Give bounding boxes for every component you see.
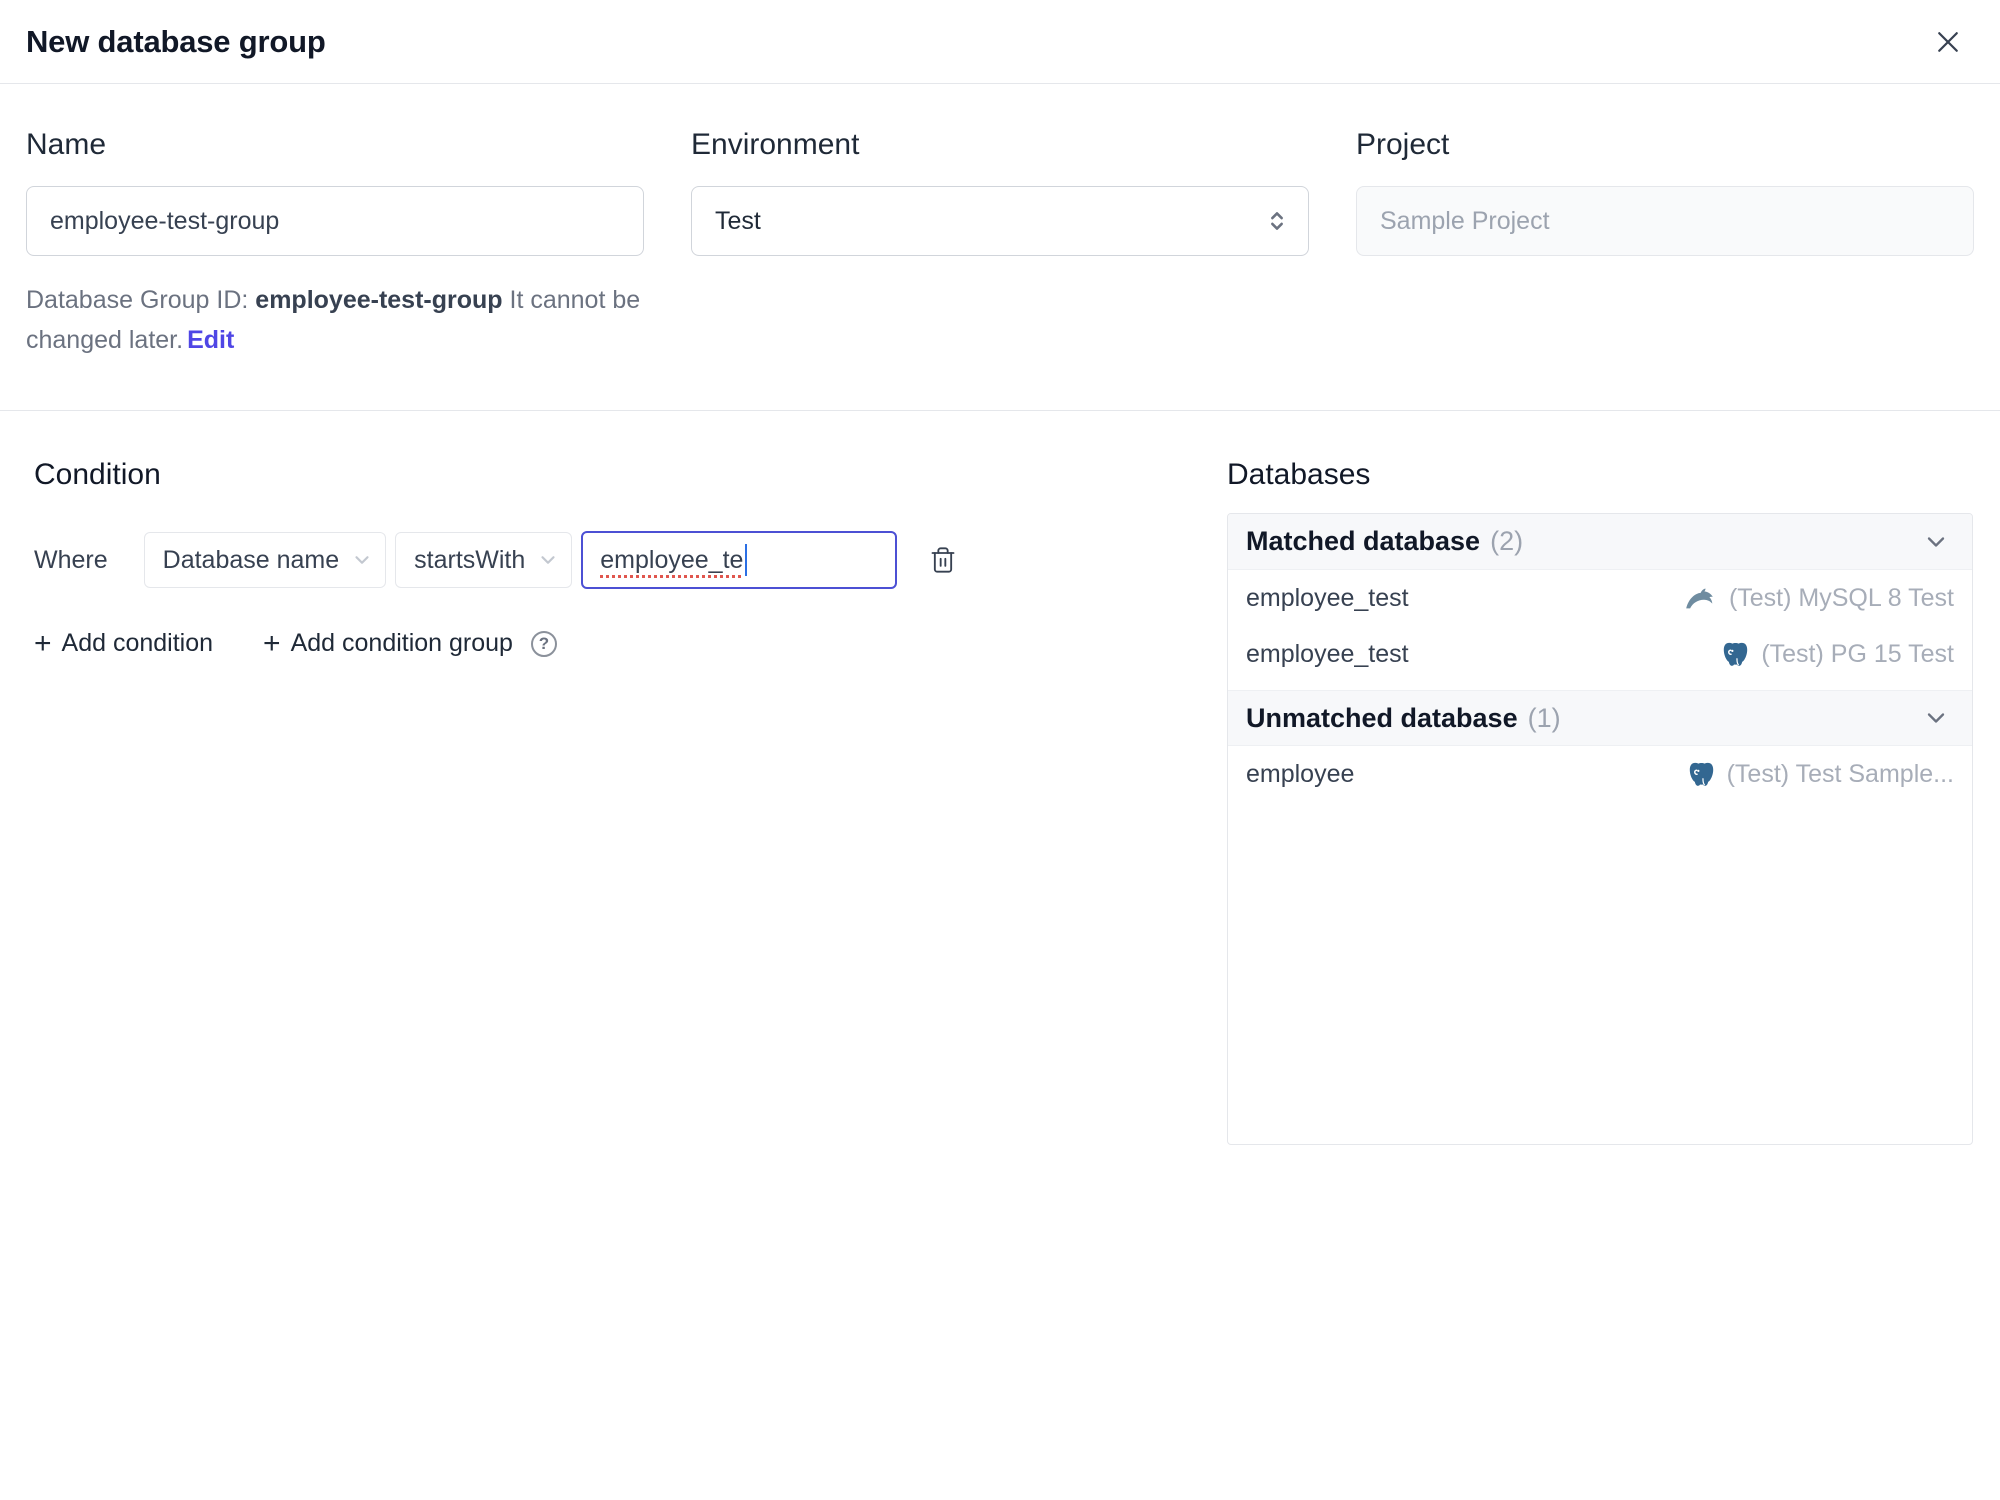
project-input (1356, 186, 1974, 256)
environment-select[interactable]: Test (691, 186, 1309, 256)
condition-operator-value: startsWith (414, 545, 526, 574)
name-input[interactable] (26, 186, 644, 256)
chevron-down-icon (537, 549, 559, 571)
condition-value-text: employee_te (600, 545, 744, 574)
dialog-header: New database group (0, 0, 2000, 84)
postgresql-icon (1688, 761, 1715, 788)
name-field-group: Name Database Group ID: employee-test-gr… (26, 128, 644, 360)
environment-selected-value: Test (715, 206, 761, 235)
help-icon[interactable]: ? (530, 630, 557, 657)
plus-icon: + (263, 626, 281, 660)
group-id-hint: Database Group ID: employee-test-group I… (26, 280, 644, 360)
condition-row: Where Database name startsWith employee_… (34, 531, 1187, 589)
dialog-title: New database group (26, 23, 326, 59)
project-label: Project (1356, 128, 1450, 161)
condition-heading: Condition (34, 458, 161, 491)
add-condition-group-label: Add condition group (290, 629, 513, 657)
chevron-down-icon (351, 549, 373, 571)
databases-section: Databases Matched database (2) employee_t… (1227, 457, 1973, 1145)
database-name: employee_test (1246, 583, 1409, 612)
where-label: Where (34, 545, 108, 574)
database-name: employee (1246, 759, 1355, 788)
edit-link[interactable]: Edit (187, 326, 234, 354)
condition-operator-select[interactable]: startsWith (395, 532, 573, 588)
chevron-down-icon (1922, 528, 1950, 556)
database-instance: (Test) MySQL 8 Test (1685, 584, 1954, 613)
matched-database-label: Matched database (1246, 526, 1481, 556)
database-instance-label: (Test) Test Sample... (1726, 759, 1954, 788)
matched-database-count: (2) (1490, 526, 1524, 556)
trash-icon (931, 547, 955, 573)
condition-actions: + Add condition + Add condition group ? (34, 626, 1187, 660)
environment-field-group: Environment Test (691, 128, 1309, 360)
plus-icon: + (34, 626, 52, 660)
name-label: Name (26, 128, 107, 161)
database-instance-label: (Test) PG 15 Test (1761, 639, 1954, 668)
unmatched-database-header[interactable]: Unmatched database (1) (1228, 690, 1972, 746)
matched-database-title: Matched database (2) (1246, 526, 1523, 557)
matched-database-header[interactable]: Matched database (2) (1228, 514, 1972, 570)
database-row: employee_test (Test) MySQL 8 Test (1228, 570, 1972, 626)
select-chevrons-icon (1263, 207, 1291, 235)
mysql-icon (1685, 585, 1717, 611)
unmatched-database-label: Unmatched database (1246, 702, 1518, 733)
database-name: employee_test (1246, 639, 1409, 668)
condition-field-value: Database name (162, 545, 340, 574)
group-id-prefix: Database Group ID: (26, 286, 256, 314)
main-area: Condition Where Database name startsWith… (0, 411, 2000, 1145)
condition-field-select[interactable]: Database name (143, 532, 387, 588)
delete-condition-button[interactable] (917, 534, 969, 586)
group-id-value: employee-test-group (255, 286, 503, 314)
group-form: Name Database Group ID: employee-test-gr… (0, 84, 2000, 360)
close-icon (1938, 31, 1958, 52)
databases-heading: Databases (1227, 458, 1371, 491)
database-row: employee (Test) Test Sample... (1228, 746, 1972, 802)
unmatched-database-title: Unmatched database (1) (1246, 703, 1561, 734)
databases-panel: Matched database (2) employee_test (Test)… (1227, 513, 1973, 1145)
add-condition-button[interactable]: + Add condition (34, 626, 214, 660)
database-instance-label: (Test) MySQL 8 Test (1728, 583, 1954, 612)
condition-section: Condition Where Database name startsWith… (34, 457, 1187, 658)
database-row: employee_test (Test) PG 15 Test (1228, 626, 1972, 682)
text-caret (745, 544, 748, 576)
unmatched-database-count: (1) (1527, 702, 1561, 733)
add-condition-group-button[interactable]: + Add condition group ? (263, 626, 557, 660)
database-instance: (Test) Test Sample... (1688, 760, 1954, 789)
database-instance: (Test) PG 15 Test (1722, 640, 1954, 669)
postgresql-icon (1722, 641, 1749, 668)
environment-label: Environment (691, 128, 860, 161)
project-field-group: Project (1356, 128, 1974, 360)
add-condition-label: Add condition (61, 629, 214, 657)
chevron-down-icon (1922, 704, 1950, 732)
condition-value-input[interactable]: employee_te (581, 531, 898, 589)
close-button[interactable] (1928, 22, 1968, 62)
